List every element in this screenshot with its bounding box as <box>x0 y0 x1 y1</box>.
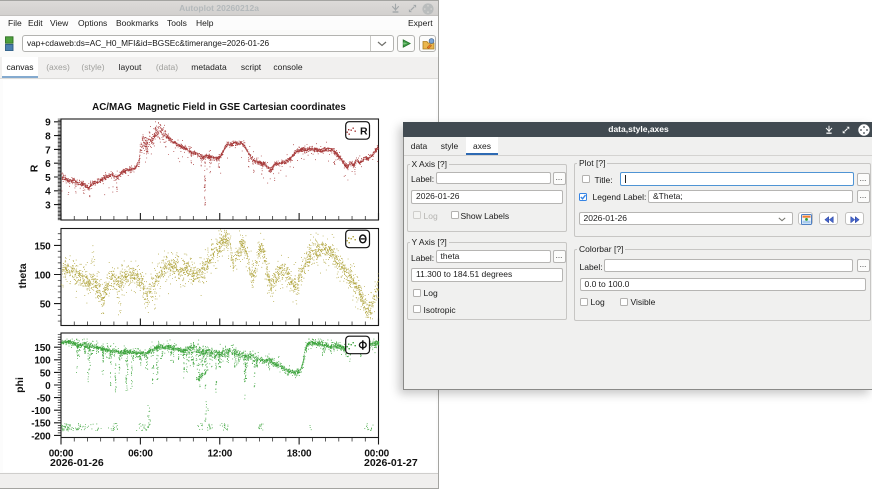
svg-text:2026-01-27: 2026-01-27 <box>364 457 418 469</box>
svg-text:3: 3 <box>45 201 51 212</box>
svg-text:R: R <box>360 125 368 137</box>
svg-text:0: 0 <box>45 381 51 392</box>
svg-text:100: 100 <box>34 270 51 281</box>
svg-text:AC/MAG Magnetic Field in GSE: AC/MAG Magnetic Field in GSE Cartesian c… <box>92 102 346 113</box>
svg-text:5: 5 <box>45 173 51 184</box>
svg-text:100: 100 <box>34 356 51 367</box>
svg-text:150: 150 <box>34 343 51 354</box>
svg-text:18:00: 18:00 <box>287 449 312 460</box>
svg-text:R: R <box>29 164 41 172</box>
svg-text:-200: -200 <box>31 431 51 442</box>
svg-text:7: 7 <box>45 145 51 156</box>
svg-text:9: 9 <box>45 118 51 129</box>
svg-text:8: 8 <box>45 132 51 143</box>
svg-text:phi: phi <box>14 377 26 393</box>
svg-text:2026-01-26: 2026-01-26 <box>50 457 104 469</box>
svg-text:50: 50 <box>40 300 51 311</box>
svg-text:-50: -50 <box>37 394 51 405</box>
svg-text:6: 6 <box>45 159 51 170</box>
svg-text:theta: theta <box>17 263 29 288</box>
svg-text:06:00: 06:00 <box>128 449 153 460</box>
svg-text:150: 150 <box>34 241 51 252</box>
svg-text:50: 50 <box>40 368 51 379</box>
svg-text:-150: -150 <box>31 419 51 430</box>
svg-text:4: 4 <box>45 187 51 198</box>
svg-text:12:00: 12:00 <box>208 449 233 460</box>
svg-text:-100: -100 <box>31 406 51 417</box>
